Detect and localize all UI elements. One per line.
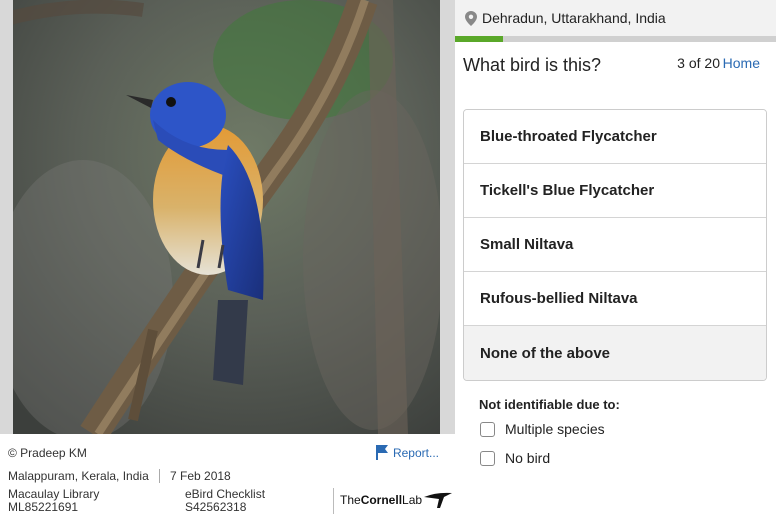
choice-blue-throated-flycatcher[interactable]: Blue-throated Flycatcher (464, 110, 766, 164)
ebird-checklist-info: eBird Checklist S42562318 (185, 488, 265, 514)
photo-panel: © Pradeep KM Report... Malappuram, Keral… (0, 0, 455, 516)
photo-credits: © Pradeep KM Report... Malappuram, Keral… (0, 434, 455, 516)
photographer-credit: © Pradeep KM (8, 446, 87, 460)
no-bird-checkbox[interactable] (480, 450, 495, 466)
choice-rufous-bellied-niltava[interactable]: Rufous-bellied Niltava (464, 272, 766, 326)
cornell-lab-bird-icon (424, 491, 454, 509)
flag-icon (375, 445, 388, 460)
choice-tickells-blue-flycatcher[interactable]: Tickell's Blue Flycatcher (464, 164, 766, 218)
not-identifiable-heading: Not identifiable due to: (479, 397, 620, 412)
quiz-panel: Dehradun, Uttarakhand, India What bird i… (455, 0, 776, 516)
region-bar: Dehradun, Uttarakhand, India (455, 0, 776, 36)
multiple-species-checkbox[interactable] (480, 421, 495, 437)
no-bird-label: No bird (505, 450, 551, 466)
question-counter: 3 of 20 (677, 55, 720, 71)
map-pin-icon (465, 10, 477, 26)
photo-frame (0, 0, 455, 434)
logo-cornell: Cornell (360, 493, 403, 507)
divider (333, 488, 334, 514)
macaulay-library-info: Macaulay Library ML85221691 (8, 488, 99, 514)
photo-location: Malappuram, Kerala, India (8, 469, 149, 483)
report-label: Report... (392, 445, 439, 460)
multiple-species-label: Multiple species (505, 421, 605, 437)
quiz-progress-bar (455, 36, 776, 42)
question-title: What bird is this? (463, 55, 602, 75)
photo-date: 7 Feb 2018 (170, 469, 231, 483)
choice-small-niltava[interactable]: Small Niltava (464, 218, 766, 272)
home-link[interactable]: Home (723, 55, 760, 71)
bird-photo[interactable] (13, 0, 440, 434)
checklist-id[interactable]: S42562318 (185, 501, 265, 514)
answer-choices: Blue-throated Flycatcher Tickell's Blue … (463, 109, 767, 381)
logo-the: The (340, 493, 361, 507)
divider (159, 469, 160, 483)
library-id[interactable]: ML85221691 (8, 501, 99, 514)
multiple-species-option[interactable]: Multiple species (480, 421, 605, 437)
no-bird-option[interactable]: No bird (480, 450, 550, 466)
choice-none-of-the-above[interactable]: None of the above (464, 326, 766, 380)
quiz-progress-fill (455, 36, 504, 42)
cornell-lab-logo: The Cornell Lab (340, 491, 454, 509)
logo-lab: Lab (402, 493, 423, 507)
region-label: Dehradun, Uttarakhand, India (482, 10, 666, 26)
report-link[interactable]: Report... (375, 445, 439, 460)
